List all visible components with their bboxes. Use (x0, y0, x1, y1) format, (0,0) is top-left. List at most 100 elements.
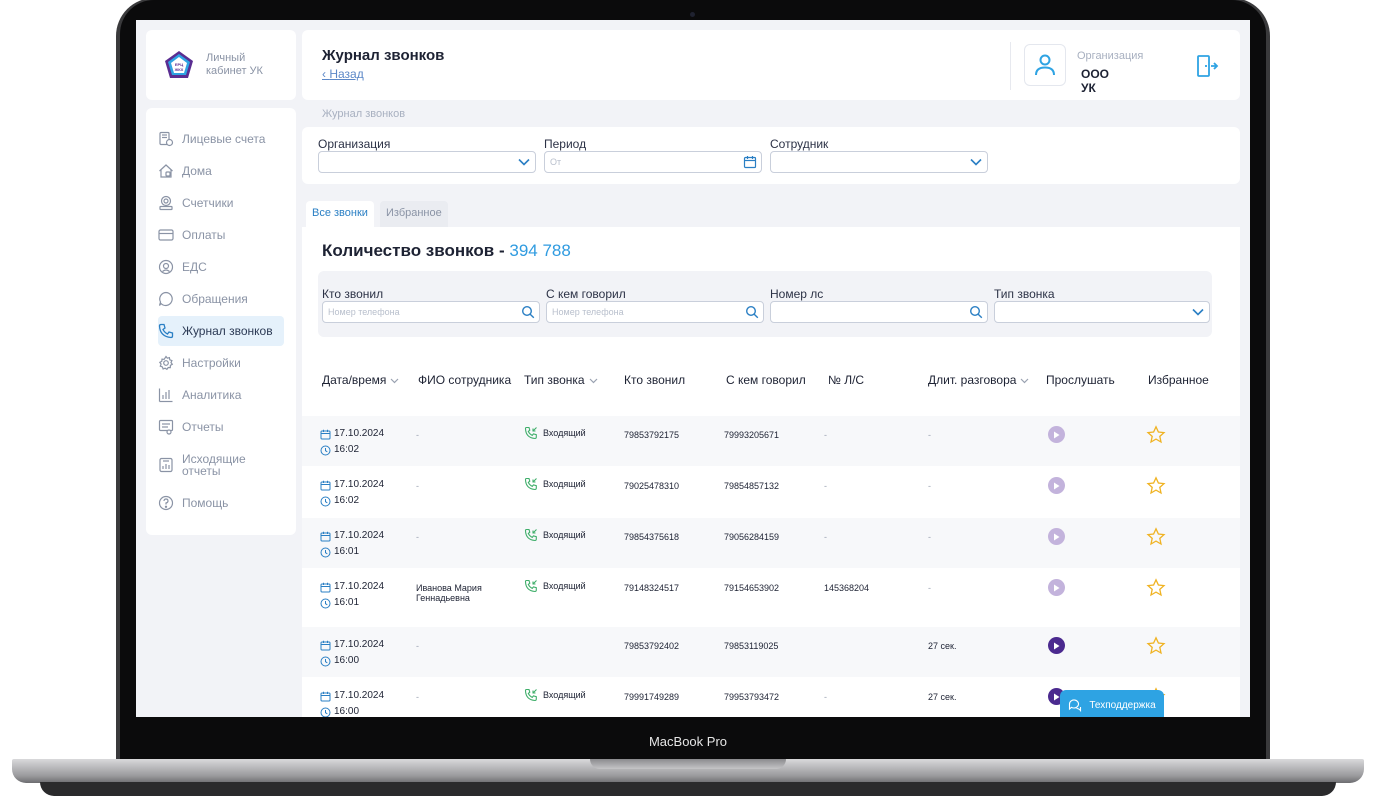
employee-select[interactable] (770, 151, 988, 173)
chevron-down-icon (1192, 308, 1204, 316)
table-row[interactable]: 17.10.2024 16:00 - 79853792402 79853119025 27… (302, 627, 1240, 677)
clock-icon (320, 496, 331, 506)
period-input[interactable]: От (544, 151, 762, 173)
back-link[interactable]: ‹ Назад (322, 67, 364, 81)
sidebar-item-outgoing-reports[interactable]: Исходящие отчеты (158, 450, 284, 480)
period-placeholder: От (550, 157, 562, 167)
call-type-text: Входящий (543, 479, 586, 489)
breadcrumb: Журнал звонков (322, 108, 406, 120)
accounts-icon (159, 131, 174, 147)
sidebar-item-help[interactable]: Помощь (158, 488, 284, 518)
callee-cell: 79854857132 (724, 481, 780, 491)
play-icon (1054, 693, 1060, 700)
logo-text: Личный кабинет УК (206, 52, 263, 77)
star-icon[interactable] (1146, 578, 1166, 598)
callee-search-input[interactable]: Номер телефона (546, 301, 764, 323)
star-icon[interactable] (1146, 476, 1166, 496)
house-icon (159, 164, 173, 178)
duration-cell: - (928, 430, 931, 440)
sidebar-item-eds[interactable]: ЕДС (158, 252, 284, 282)
account-search-input[interactable] (770, 301, 988, 323)
call-type-cell: Входящий (524, 528, 586, 542)
back-link-label: Назад (329, 67, 364, 81)
chat-icon (158, 291, 173, 307)
callee-cell: 79993205671 (724, 430, 780, 440)
caller-cell: 79853792175 (624, 430, 680, 440)
tab-all-calls[interactable]: Все звонки (306, 201, 374, 227)
play-button[interactable] (1048, 426, 1065, 443)
sidebar-item-label: Помощь (182, 496, 229, 510)
sidebar-item-analytics[interactable]: Аналитика (158, 380, 284, 410)
star-icon[interactable] (1146, 636, 1166, 656)
table-row[interactable]: 17.10.2024 16:02 - Входящий 79025478310 79854… (302, 467, 1240, 517)
calls-panel: Количество звонков - 394 788 Кто звонил … (302, 227, 1240, 717)
duration-cell: - (928, 532, 931, 542)
col-label: Прослушать (1046, 373, 1115, 387)
sidebar-item-houses[interactable]: Дома (158, 156, 284, 186)
col-duration[interactable]: Длит. разговора (928, 373, 1029, 387)
incoming-call-icon (524, 528, 537, 542)
col-favorite: Избранное (1148, 373, 1209, 387)
sidebar-item-label: Настройки (182, 356, 241, 370)
datetime-cell: 17.10.2024 16:02 (320, 477, 384, 509)
play-icon (1054, 482, 1060, 489)
sidebar-item-call-log[interactable]: Журнал звонков (158, 316, 284, 346)
time-text: 16:01 (334, 546, 360, 557)
star-icon[interactable] (1146, 425, 1166, 445)
logo-card[interactable]: ЕРЦ ЖКХ Личный кабинет УК (146, 30, 296, 100)
sidebar-item-payments[interactable]: Оплаты (158, 220, 284, 250)
callee-cell: 79154653902 (724, 583, 780, 593)
clock-icon (320, 598, 331, 608)
callee-placeholder: Номер телефона (552, 307, 624, 317)
play-button[interactable] (1048, 477, 1065, 494)
caller-cell: 79025478310 (624, 481, 680, 491)
time-text: 16:01 (334, 597, 360, 608)
search-icon (969, 305, 983, 319)
sidebar-item-settings[interactable]: Настройки (158, 348, 284, 378)
col-label: С кем говорил (726, 373, 806, 387)
play-button[interactable] (1048, 528, 1065, 545)
time-text: 16:00 (334, 706, 360, 717)
table-row[interactable]: 17.10.2024 16:01 - Входящий 79854375618 79056… (302, 518, 1240, 568)
col-datetime[interactable]: Дата/время (322, 373, 399, 387)
clock-icon (320, 656, 331, 666)
user-avatar-button[interactable] (1024, 44, 1066, 86)
sidebar-item-accounts[interactable]: Лицевые счета (158, 124, 284, 154)
support-button[interactable]: Техподдержка (1060, 690, 1164, 717)
play-button[interactable] (1048, 579, 1065, 596)
header-divider (1010, 42, 1011, 90)
call-type-cell: Входящий (524, 579, 586, 593)
col-call-type[interactable]: Тип звонка (524, 373, 598, 387)
caller-search-input[interactable]: Номер телефона (322, 301, 540, 323)
chevron-down-icon (390, 378, 399, 383)
call-type-text: Входящий (543, 690, 586, 700)
sidebar-item-label: Отчеты (182, 420, 224, 434)
logo-icon: ЕРЦ ЖКХ (165, 51, 193, 78)
chevron-down-icon (970, 158, 982, 166)
organization-select[interactable] (318, 151, 536, 173)
table-row[interactable]: 17.10.2024 16:01 Иванова Мария Геннадьевна… (302, 569, 1240, 626)
meter-icon (159, 195, 173, 211)
sidebar-item-requests[interactable]: Обращения (158, 284, 284, 314)
chat-bubbles-icon (1069, 699, 1082, 712)
tab-favorites[interactable]: Избранное (380, 201, 448, 227)
page-title: Журнал звонков (322, 47, 445, 64)
logout-icon[interactable] (1195, 54, 1219, 78)
play-button[interactable] (1048, 637, 1065, 654)
incoming-call-icon (524, 426, 537, 440)
call-type-cell: Входящий (524, 477, 586, 491)
filter-panel: Организация Период От Сотрудник (302, 127, 1240, 184)
calendar-icon (320, 480, 331, 490)
calendar-icon (320, 691, 331, 701)
caller-placeholder: Номер телефона (328, 307, 400, 317)
sidebar-item-reports[interactable]: Отчеты (158, 412, 284, 442)
star-icon[interactable] (1146, 527, 1166, 547)
laptop-notch (590, 759, 786, 769)
date-text: 17.10.2024 (334, 690, 385, 701)
call-type-select[interactable] (994, 301, 1210, 323)
employee-cell: - (416, 430, 419, 440)
sidebar-item-meters[interactable]: Счетчики (158, 188, 284, 218)
table-row[interactable]: 17.10.2024 16:02 - Входящий 79853792175 79993… (302, 416, 1240, 466)
organization-label: Организация (318, 137, 391, 151)
date-text: 17.10.2024 (334, 479, 385, 490)
